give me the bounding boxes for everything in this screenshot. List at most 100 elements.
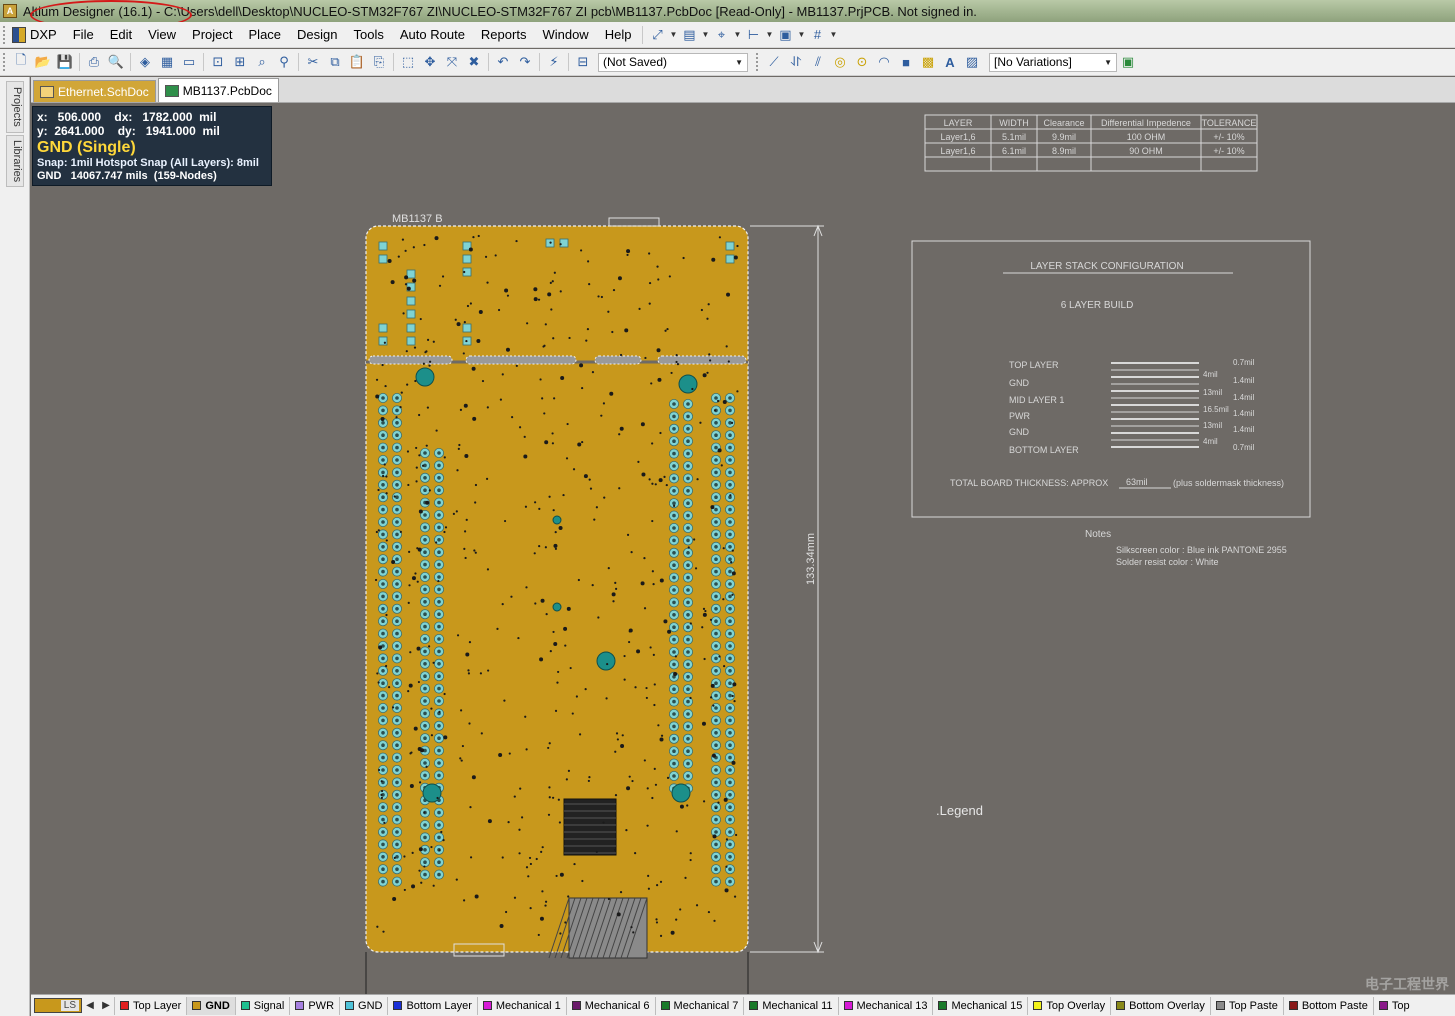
dropdown-arrow-icon[interactable]: ▼ <box>764 30 774 39</box>
layer-tab[interactable]: Mechanical 6 <box>565 996 655 1015</box>
dropdown-arrow-icon[interactable]: ▼ <box>700 30 710 39</box>
table-header-cell: TOLERANCE <box>1202 118 1257 128</box>
menu-reports[interactable]: Reports <box>473 27 535 42</box>
select-area-icon[interactable]: ⬚ <box>397 52 419 72</box>
doc-tab-ethernet-schdoc[interactable]: Ethernet.SchDoc <box>33 80 156 102</box>
saved-state-combo[interactable]: (Not Saved) ▼ <box>598 52 748 72</box>
layer-tab[interactable]: Mechanical 13 <box>837 996 933 1015</box>
layer-tab[interactable]: Bottom Paste <box>1282 996 1373 1015</box>
layer-tab[interactable]: Top Paste <box>1209 996 1283 1015</box>
browse-components-icon[interactable]: ⊟ <box>572 52 594 72</box>
variant-manager-icon[interactable]: ▣ <box>1117 52 1139 72</box>
menu-dxp[interactable]: DXP <box>10 26 65 43</box>
crossprobe-icon[interactable]: ⚡ <box>543 52 565 72</box>
place-via-icon[interactable]: ⊙ <box>851 52 873 72</box>
place-polygon-icon[interactable]: ▩ <box>917 52 939 72</box>
folder-icon[interactable]: ▭ <box>178 52 200 72</box>
menu-window[interactable]: Window <box>534 27 596 42</box>
via <box>469 856 473 859</box>
dropdown-arrow-icon[interactable]: ▼ <box>796 30 806 39</box>
altium-app-icon[interactable]: A <box>3 4 17 18</box>
find-selection-icon[interactable]: ⌖ <box>710 25 732 45</box>
menu-help[interactable]: Help <box>597 27 640 42</box>
variations-combo[interactable]: [No Variations] ▼ <box>989 52 1117 72</box>
save-icon[interactable]: 💾 <box>54 52 76 72</box>
toolbar-grip[interactable] <box>3 53 7 71</box>
menu-file[interactable]: File <box>65 27 102 42</box>
redo-icon[interactable]: ↷ <box>514 52 536 72</box>
pcb-editor-workspace[interactable]: LAYER WIDTH Clearance Differential Impedenc… <box>31 103 1455 994</box>
print-preview-icon[interactable]: 🔍 <box>105 52 127 72</box>
layer-tab[interactable]: Mechanical 7 <box>654 996 744 1015</box>
pcb-canvas[interactable]: LAYER WIDTH Clearance Differential Impedenc… <box>31 103 1455 994</box>
dropdown-arrow-icon[interactable]: ▼ <box>732 30 742 39</box>
menu-edit[interactable]: Edit <box>102 27 140 42</box>
layer-tab[interactable]: GND <box>339 996 387 1015</box>
layer-tab[interactable]: PWR <box>289 996 339 1015</box>
pad-hole <box>395 743 399 747</box>
zoom-fit-icon[interactable]: ⊡ <box>207 52 229 72</box>
paste-icon[interactable]: 📋 <box>346 52 368 72</box>
layer-tab[interactable]: Mechanical 15 <box>932 996 1027 1015</box>
layer-tab[interactable]: GND <box>186 996 235 1015</box>
projects-panel-tab[interactable]: Projects <box>6 81 24 133</box>
layer-tab[interactable]: Top Layer <box>114 996 186 1015</box>
pad-hole <box>728 718 732 723</box>
menu-place[interactable]: Place <box>241 27 290 42</box>
scroll-right-icon[interactable]: ▶ <box>98 1000 114 1011</box>
layer-tab[interactable]: Bottom Overlay <box>1110 996 1210 1015</box>
diff-pair-icon[interactable]: ⥯ <box>785 52 807 72</box>
place-arc-icon[interactable]: ◠ <box>873 52 895 72</box>
dropdown-arrow-icon[interactable]: ▼ <box>668 30 678 39</box>
interactive-route-icon[interactable]: ⤢ <box>646 25 668 45</box>
grid-icon[interactable]: # <box>806 25 828 45</box>
undo-icon[interactable]: ↶ <box>492 52 514 72</box>
new-file-icon[interactable]: 🗋 <box>10 52 32 72</box>
room-icon[interactable]: ▣ <box>774 25 796 45</box>
zoom-area-icon[interactable]: ⊞ <box>229 52 251 72</box>
deselect-icon[interactable]: ⤧ <box>441 52 463 72</box>
menu-auto-route[interactable]: Auto Route <box>392 27 473 42</box>
layer-tab[interactable]: Bottom Layer <box>387 996 476 1015</box>
menu-tools[interactable]: Tools <box>346 27 392 42</box>
toolbar-grip[interactable] <box>3 25 7 44</box>
menu-project[interactable]: Project <box>184 27 240 42</box>
open-folder-icon[interactable]: 📂 <box>32 52 54 72</box>
layer-tab[interactable]: Mechanical 1 <box>476 996 566 1015</box>
zoom-filter-icon[interactable]: ⚲ <box>273 52 295 72</box>
via <box>430 734 434 737</box>
zoom-selected-icon[interactable]: ⌕ <box>251 52 273 72</box>
pad-hole <box>672 712 676 716</box>
libraries-panel-tab[interactable]: Libraries <box>6 135 24 187</box>
align-icon[interactable]: ▤ <box>678 25 700 45</box>
copy-icon[interactable]: ⧉ <box>324 52 346 72</box>
doc-tab-mb1137-pcbdoc[interactable]: MB1137.PcbDoc <box>157 78 279 102</box>
pcb-board[interactable]: MB1137 B 133.34mm <box>365 213 824 994</box>
move-icon[interactable]: ✥ <box>419 52 441 72</box>
place-dimension-icon[interactable]: ⊢ <box>742 25 764 45</box>
layer-tab[interactable]: Signal <box>234 996 290 1015</box>
toolbar-grip[interactable] <box>756 53 760 71</box>
menu-design[interactable]: Design <box>289 27 345 42</box>
route-icon[interactable]: ⟋ <box>763 52 785 72</box>
layer-tab[interactable]: Top <box>1372 996 1415 1015</box>
place-string-icon[interactable]: A <box>939 52 961 72</box>
layer-tab[interactable]: Top Overlay <box>1027 996 1110 1015</box>
dropdown-arrow-icon[interactable]: ▼ <box>828 30 838 39</box>
place-component-icon[interactable]: ▨ <box>961 52 983 72</box>
layer-tab[interactable]: Mechanical 11 <box>743 996 837 1015</box>
current-layer-set-button[interactable]: LS <box>34 998 82 1013</box>
cut-icon[interactable]: ✂ <box>302 52 324 72</box>
place-pad-icon[interactable]: ◎ <box>829 52 851 72</box>
print-icon[interactable]: ⎙ <box>83 52 105 72</box>
scroll-left-icon[interactable]: ◀ <box>82 1000 98 1011</box>
via <box>407 601 410 604</box>
multi-route-icon[interactable]: ⫽ <box>807 52 829 72</box>
clear-filter-icon[interactable]: ✖ <box>463 52 485 72</box>
3d-view-icon[interactable]: ◈ <box>134 52 156 72</box>
separator <box>642 25 644 44</box>
place-fill-icon[interactable]: ■ <box>895 52 917 72</box>
menu-view[interactable]: View <box>140 27 184 42</box>
rubber-stamp-icon[interactable]: ⎘ <box>368 52 390 72</box>
board-icon[interactable]: ▦ <box>156 52 178 72</box>
